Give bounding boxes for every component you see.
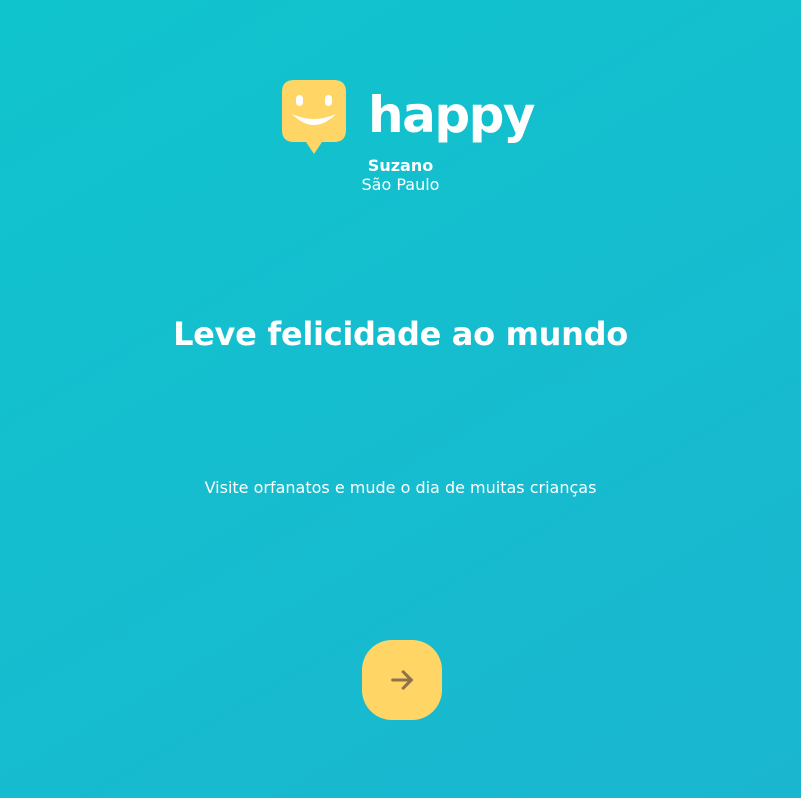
enter-app-button[interactable] bbox=[362, 640, 442, 720]
brand-wordmark: happy bbox=[368, 86, 536, 144]
location-state: São Paulo bbox=[361, 175, 440, 194]
page-title: Leve felicidade ao mundo bbox=[173, 315, 628, 353]
brand-header: happy bbox=[282, 80, 536, 156]
happy-logo-icon bbox=[282, 80, 346, 154]
location: Suzano São Paulo bbox=[0, 156, 801, 194]
arrow-right-icon bbox=[391, 670, 413, 690]
landing-page: happy Suzano São Paulo Leve felicidade a… bbox=[0, 0, 801, 798]
page-subtitle: Visite orfanatos e mude o dia de muitas … bbox=[204, 478, 597, 497]
location-city: Suzano bbox=[367, 156, 434, 175]
